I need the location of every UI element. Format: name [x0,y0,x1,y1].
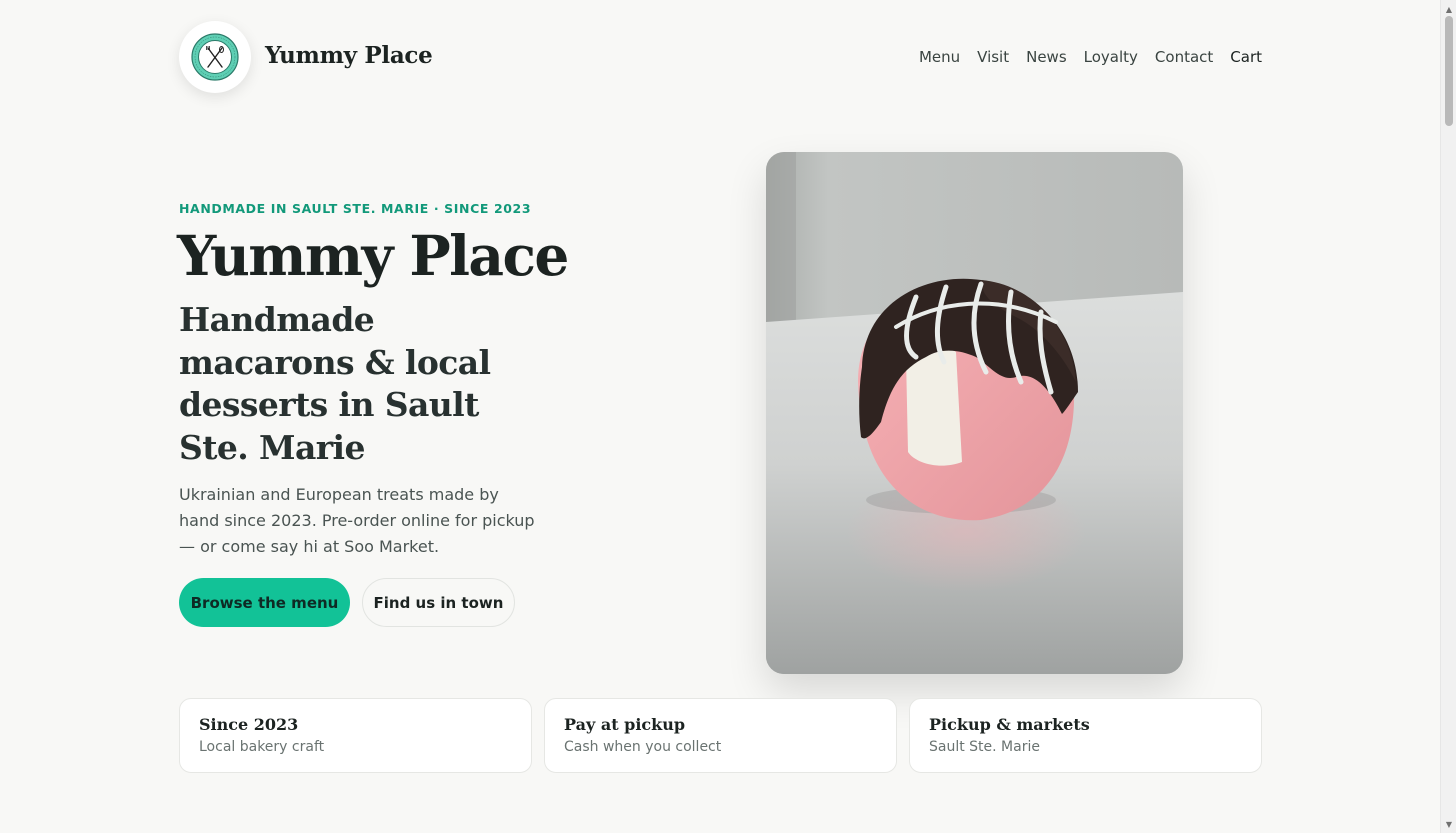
feature-card-pickup: Pickup & markets Sault Ste. Marie [909,698,1262,773]
feature-title: Pickup & markets [929,715,1090,734]
scroll-thumb[interactable] [1445,16,1453,126]
browse-menu-button[interactable]: Browse the menu [179,578,350,627]
hero-title: Yummy Place [177,223,569,288]
brand-name[interactable]: Yummy Place [265,42,433,69]
nav-visit[interactable]: Visit [977,48,1009,66]
feature-subtitle: Local bakery craft [199,739,325,755]
hero-eyebrow: HANDMADE IN SAULT STE. MARIE · SINCE 202… [179,201,532,216]
feature-title: Pay at pickup [564,715,686,734]
feature-subtitle: Cash when you collect [564,739,722,755]
nav-cart[interactable]: Cart [1230,48,1262,66]
hero-subtitle: Handmade macarons & local desserts in Sa… [179,300,491,467]
feature-card-since: Since 2023 Local bakery craft [179,698,532,773]
feature-title: Since 2023 [199,715,299,734]
nav-menu[interactable]: Menu [919,48,960,66]
main-nav: Menu Visit News Loyalty Contact Cart [902,48,1262,66]
bakery-badge-logo-icon [191,33,239,81]
nav-loyalty[interactable]: Loyalty [1084,48,1138,66]
feature-subtitle: Sault Ste. Marie [929,739,1040,755]
nav-news[interactable]: News [1026,48,1067,66]
find-us-button[interactable]: Find us in town [362,578,515,627]
nav-contact[interactable]: Contact [1155,48,1213,66]
feature-card-payment: Pay at pickup Cash when you collect [544,698,897,773]
hero-macaron-image [766,152,1183,674]
vertical-scrollbar[interactable]: ▲ ▼ [1440,0,1456,833]
page: Yummy Place Menu Visit News Loyalty Cont… [0,0,1440,833]
logo[interactable] [179,21,251,93]
scroll-up-arrow-icon[interactable]: ▲ [1441,2,1456,16]
hero-description: Ukrainian and European treats made by ha… [179,485,535,556]
scroll-down-arrow-icon[interactable]: ▼ [1441,817,1456,831]
